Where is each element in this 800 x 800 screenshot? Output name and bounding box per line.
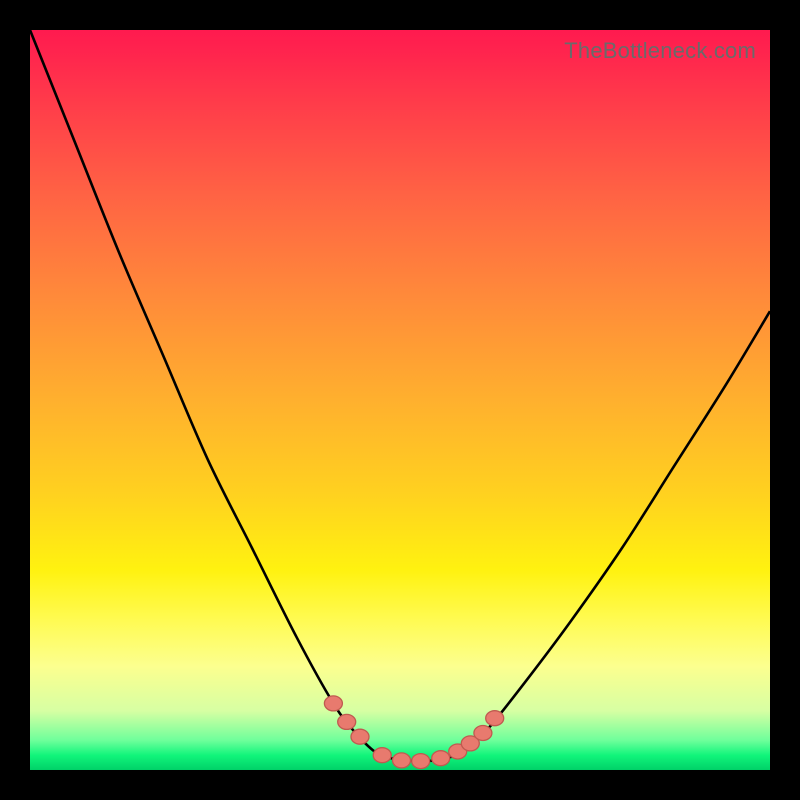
chart-frame: TheBottleneck.com xyxy=(0,0,800,800)
trough-marker xyxy=(373,748,391,763)
trough-marker xyxy=(412,754,430,769)
trough-marker xyxy=(351,729,369,744)
trough-marker xyxy=(486,711,504,726)
plot-area: TheBottleneck.com xyxy=(30,30,770,770)
trough-marker xyxy=(338,714,356,729)
trough-markers xyxy=(324,696,503,769)
curve-svg xyxy=(30,30,770,770)
trough-marker xyxy=(324,696,342,711)
trough-marker xyxy=(432,751,450,766)
trough-marker xyxy=(474,726,492,741)
bottleneck-curve xyxy=(30,30,770,761)
trough-marker xyxy=(393,753,411,768)
